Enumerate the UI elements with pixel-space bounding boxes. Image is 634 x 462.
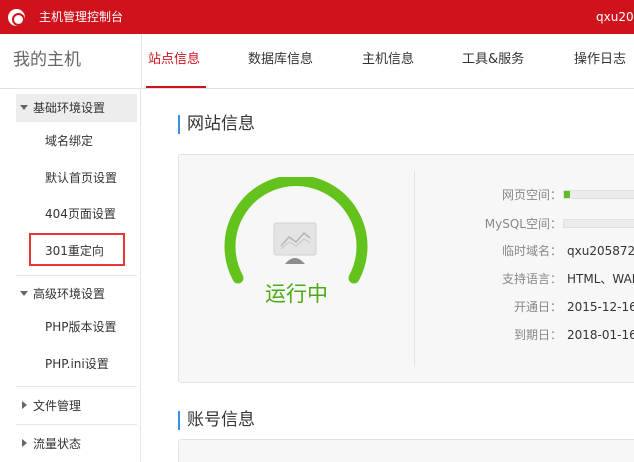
- caret-right-icon: [22, 401, 27, 409]
- sidebar-group-file-manager[interactable]: 文件管理: [16, 392, 137, 420]
- open-date-label: 开通日：: [513, 300, 562, 314]
- account-info-panel: [178, 439, 634, 462]
- temp-domain-value: qxu2058720: [567, 244, 634, 258]
- top-bar: 主机管理控制台 qxu2058: [0, 0, 634, 34]
- status-label: 运行中: [265, 282, 328, 306]
- active-tab-indicator: [146, 86, 206, 88]
- logo-icon: [8, 9, 25, 26]
- mysql-space-bar: [563, 219, 634, 228]
- open-date-value: 2015-12-16: [567, 300, 634, 314]
- sidebar-group-advanced-env[interactable]: 高级环境设置: [16, 280, 137, 308]
- web-space-bar-fill: [564, 191, 570, 198]
- web-space-bar: [563, 190, 634, 199]
- tab-operation-log[interactable]: 操作日志: [574, 51, 626, 69]
- expire-date-label: 到期日：: [513, 328, 562, 342]
- caret-right-icon: [22, 439, 27, 447]
- sidebar-divider: [16, 386, 137, 387]
- sidebar-group-label: 基础环境设置: [33, 101, 106, 115]
- languages-label: 支持语言：: [501, 272, 562, 286]
- account-info-title: 账号信息: [187, 410, 255, 430]
- sidebar: 基础环境设置 域名绑定 默认首页设置 404页面设置 301重定向 高级环境设置…: [0, 89, 141, 462]
- site-info-title: 网站信息: [187, 114, 255, 134]
- sidebar-divider: [16, 424, 137, 425]
- sidebar-item-domain-binding[interactable]: 域名绑定: [45, 132, 93, 150]
- mysql-space-label: MySQL空间：: [484, 217, 562, 231]
- sidebar-item-default-homepage[interactable]: 默认首页设置: [45, 169, 117, 187]
- expire-date-value: 2018-01-16: [567, 328, 634, 342]
- temp-domain-label: 临时域名：: [501, 244, 562, 258]
- sidebar-item-php-ini[interactable]: PHP.ini设置: [45, 355, 109, 373]
- sidebar-divider: [16, 275, 137, 276]
- section-accent-bar: [178, 411, 180, 430]
- panel-divider: [414, 171, 415, 367]
- caret-down-icon: [20, 105, 28, 110]
- console-title: 主机管理控制台: [39, 10, 124, 24]
- caret-down-icon: [20, 291, 28, 296]
- languages-value: HTML、WAP: [567, 272, 634, 286]
- sidebar-item-404-page[interactable]: 404页面设置: [45, 205, 116, 223]
- brand-title: 我的主机: [13, 50, 81, 70]
- sidebar-group-traffic-status[interactable]: 流量状态: [16, 430, 137, 458]
- sidebar-group-label: 流量状态: [33, 437, 82, 451]
- tab-site-info[interactable]: 站点信息: [148, 51, 200, 69]
- main-content: 网站信息 运行中 网页空间： MySQL空间： 临时域名： qxu2058720…: [142, 89, 634, 462]
- sidebar-group-basic-env[interactable]: 基础环境设置: [16, 94, 137, 122]
- web-space-label: 网页空间：: [501, 188, 562, 202]
- tab-database-info[interactable]: 数据库信息: [248, 51, 313, 69]
- sidebar-item-301-redirect[interactable]: 301重定向: [45, 242, 104, 260]
- site-info-panel: 运行中: [178, 154, 634, 383]
- user-name[interactable]: qxu2058: [596, 9, 634, 25]
- sidebar-group-label: 高级环境设置: [33, 287, 106, 301]
- section-accent-bar: [178, 115, 180, 134]
- sidebar-group-label: 文件管理: [33, 399, 82, 413]
- sidebar-item-php-version[interactable]: PHP版本设置: [45, 318, 117, 336]
- monitor-chart-icon: [273, 222, 317, 264]
- tab-host-info[interactable]: 主机信息: [362, 51, 414, 69]
- main-nav: 我的主机 站点信息 数据库信息 主机信息 工具&服务 操作日志: [0, 34, 634, 89]
- nav-divider: [141, 34, 142, 89]
- tab-tools-services[interactable]: 工具&服务: [462, 51, 524, 69]
